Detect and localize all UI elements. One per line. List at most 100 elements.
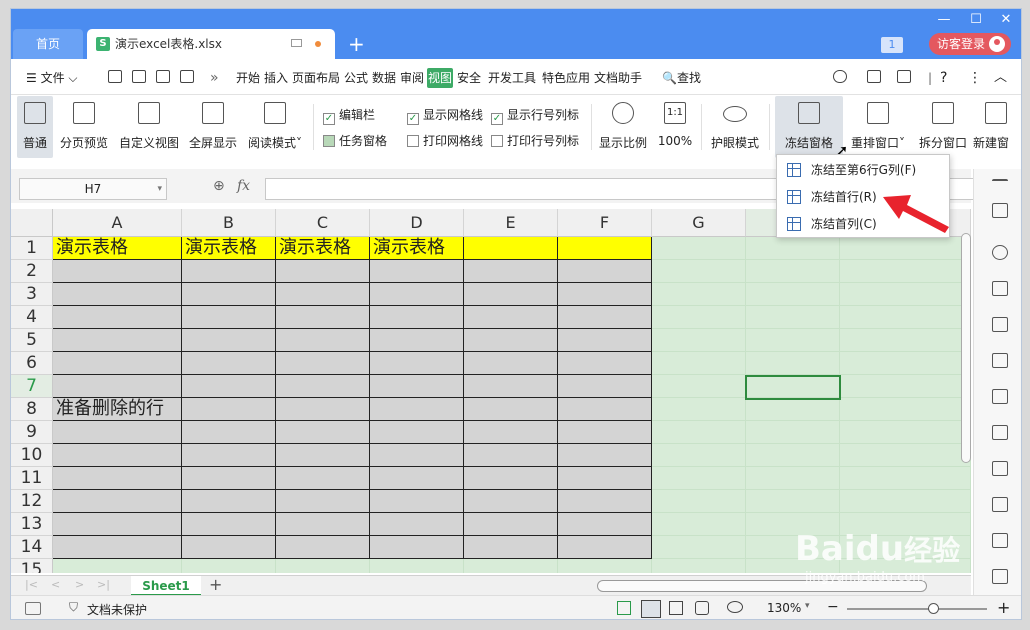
row-header-14[interactable]: 14 [11, 536, 53, 559]
zoom-slider-track[interactable] [847, 603, 987, 614]
cell-c4[interactable] [276, 306, 370, 329]
cell-a1[interactable]: 演示表格 [53, 237, 182, 260]
cell-h5[interactable] [746, 329, 840, 352]
cell-a3[interactable] [53, 283, 182, 306]
cell-b9[interactable] [182, 421, 276, 444]
cell-g2[interactable] [652, 260, 746, 283]
cell-d4[interactable] [370, 306, 464, 329]
cell-i4[interactable] [840, 306, 971, 329]
cell-h9[interactable] [746, 421, 840, 444]
row-header-10[interactable]: 10 [11, 444, 53, 467]
cell-h4[interactable] [746, 306, 840, 329]
cell-b11[interactable] [182, 467, 276, 490]
cell-i10[interactable] [840, 444, 971, 467]
cell-g10[interactable] [652, 444, 746, 467]
formula-bar-checkbox[interactable]: ✓ 编辑栏 [323, 106, 375, 125]
cell-a7[interactable] [53, 375, 182, 398]
cell-b2[interactable] [182, 260, 276, 283]
cell-b1[interactable]: 演示表格 [182, 237, 276, 260]
reading-status-icon[interactable] [695, 601, 709, 615]
cell-c12[interactable] [276, 490, 370, 513]
zoom-ratio-button[interactable]: 显示比例 [597, 96, 649, 158]
menu-item-features[interactable]: 特色应用 [541, 68, 591, 88]
row-header-1[interactable]: 1 [11, 237, 53, 260]
fullscreen-button[interactable]: 全屏显示 [187, 96, 239, 158]
cell-b4[interactable] [182, 306, 276, 329]
tools-icon[interactable] [992, 425, 1008, 440]
task-pane-checkbox[interactable]: 任务窗格 [323, 132, 387, 149]
split-window-button[interactable]: 拆分窗口 [915, 96, 971, 158]
cell-h2[interactable] [746, 260, 840, 283]
row-header-15[interactable]: 15 [11, 559, 53, 573]
menu-item-page-layout[interactable]: 页面布局 [291, 68, 341, 88]
window-count-badge[interactable]: 1 [881, 37, 903, 53]
login-button[interactable]: 访客登录 [929, 33, 1011, 55]
cell-d14[interactable] [370, 536, 464, 559]
cell-i1[interactable] [840, 237, 971, 260]
cell-e7[interactable] [464, 375, 558, 398]
cell-i9[interactable] [840, 421, 971, 444]
print-preview-icon[interactable] [180, 70, 194, 83]
cell-d15[interactable] [370, 559, 464, 573]
export-icon[interactable] [992, 461, 1008, 476]
row-header-2[interactable]: 2 [11, 260, 53, 283]
cell-i5[interactable] [840, 329, 971, 352]
cell-a11[interactable] [53, 467, 182, 490]
cell-b3[interactable] [182, 283, 276, 306]
cell-b7[interactable] [182, 375, 276, 398]
cell-c2[interactable] [276, 260, 370, 283]
cell-c15[interactable] [276, 559, 370, 573]
new-tab-button[interactable]: + [348, 30, 365, 58]
cell-c7[interactable] [276, 375, 370, 398]
help-icon[interactable]: ? [939, 68, 948, 88]
row-header-12[interactable]: 12 [11, 490, 53, 513]
cell-h1[interactable] [746, 237, 840, 260]
last-sheet-icon[interactable]: >| [97, 578, 110, 591]
search-button[interactable]: 🔍查找 [661, 68, 702, 88]
cell-b10[interactable] [182, 444, 276, 467]
column-header-e[interactable]: E [464, 209, 558, 237]
select-pointer-icon[interactable] [992, 203, 1008, 218]
cell-f10[interactable] [558, 444, 652, 467]
more-menu-button[interactable]: » [209, 68, 220, 88]
cell-h6[interactable] [746, 352, 840, 375]
cell-d12[interactable] [370, 490, 464, 513]
cell-d13[interactable] [370, 513, 464, 536]
cell-h3[interactable] [746, 283, 840, 306]
first-sheet-icon[interactable]: |< [25, 578, 38, 591]
macro-icon[interactable] [25, 602, 41, 615]
cell-g14[interactable] [652, 536, 746, 559]
active-cell-selection[interactable] [745, 375, 841, 400]
cell-g12[interactable] [652, 490, 746, 513]
cell-e4[interactable] [464, 306, 558, 329]
page-break-status-icon[interactable] [669, 601, 683, 615]
row-header-6[interactable]: 6 [11, 352, 53, 375]
cell-a12[interactable] [53, 490, 182, 513]
zoom-100-button[interactable]: 1:1 100% [655, 96, 695, 158]
minimize-button[interactable]: — [931, 11, 957, 29]
cell-d1[interactable]: 演示表格 [370, 237, 464, 260]
cell-e1[interactable] [464, 237, 558, 260]
cell-f12[interactable] [558, 490, 652, 513]
cell-i12[interactable] [840, 490, 971, 513]
column-header-c[interactable]: C [276, 209, 370, 237]
cell-g13[interactable] [652, 513, 746, 536]
cell-d7[interactable] [370, 375, 464, 398]
cell-e10[interactable] [464, 444, 558, 467]
cell-d2[interactable] [370, 260, 464, 283]
column-header-d[interactable]: D [370, 209, 464, 237]
table-icon[interactable] [992, 317, 1008, 332]
cell-g5[interactable] [652, 329, 746, 352]
spreadsheet-grid[interactable]: A B C D E F G H I 1演示表格演示表格演示表格演示表格23456… [11, 209, 971, 573]
cell-f2[interactable] [558, 260, 652, 283]
cell-a4[interactable] [53, 306, 182, 329]
custom-view-button[interactable]: 自定义视图 [117, 96, 181, 158]
normal-view-status-icon[interactable] [641, 600, 661, 618]
cell-g11[interactable] [652, 467, 746, 490]
cloud-icon[interactable] [833, 70, 847, 83]
cell-g6[interactable] [652, 352, 746, 375]
cell-g3[interactable] [652, 283, 746, 306]
maximize-button[interactable]: ☐ [963, 11, 989, 29]
new-window-button[interactable]: 新建窗 [973, 96, 1019, 158]
cell-e9[interactable] [464, 421, 558, 444]
